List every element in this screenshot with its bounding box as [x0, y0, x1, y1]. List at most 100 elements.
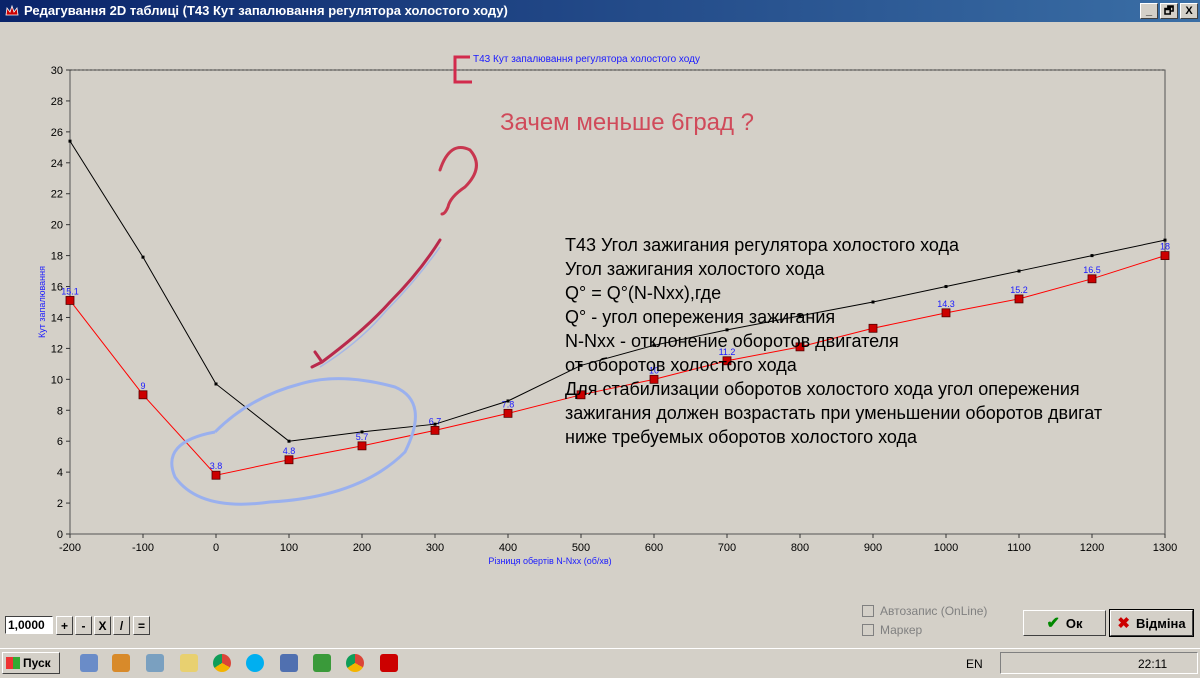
note-line: от оборотов холостого хода	[565, 355, 798, 375]
data-label: 9	[140, 381, 145, 391]
data-label: 16.5	[1083, 265, 1101, 275]
black-series-point	[506, 399, 510, 403]
data-label: 3.8	[210, 461, 223, 471]
explorer-icon[interactable]	[80, 654, 98, 672]
y-tick-label: 4	[57, 467, 63, 479]
close-button[interactable]: X	[1180, 3, 1198, 19]
x-tick-label: 900	[864, 542, 882, 554]
black-series-point	[1017, 269, 1021, 273]
y-axis-label: Кут запалювання	[37, 266, 47, 338]
question-mark-drawing	[438, 146, 478, 216]
red-series-point	[503, 408, 513, 418]
autosave-label: Автозапис (OnLine)	[880, 604, 988, 618]
system-tray	[1000, 652, 1198, 674]
black-series-point	[1163, 238, 1167, 242]
question-annotation: Зачем меньше 6град ?	[500, 109, 754, 136]
y-tick-label: 10	[51, 374, 63, 386]
y-tick-label: 30	[51, 65, 63, 77]
red-series-point	[138, 390, 148, 400]
data-label: 15.1	[61, 286, 79, 296]
note-line: Угол зажигания холостого хода	[565, 259, 825, 279]
note-line: T43 Угол зажигания регулятора холостого …	[565, 235, 960, 255]
y-tick-label: 26	[51, 127, 63, 139]
y-tick-label: 18	[51, 251, 63, 263]
y-tick-label: 14	[51, 312, 63, 324]
data-label: 14.3	[937, 299, 955, 309]
clock: 22:11	[1138, 657, 1168, 671]
black-series-point	[287, 439, 291, 443]
check-icon: ✔	[1046, 615, 1060, 632]
black-series-point	[68, 139, 72, 143]
divide-button[interactable]: /	[113, 616, 130, 635]
y-tick-label: 12	[51, 343, 63, 355]
taskbar: Пуск EN 22:11	[0, 648, 1200, 678]
autosave-checkbox[interactable]	[862, 605, 874, 617]
note-line: зажигания должен возрастать при уменьшен…	[565, 403, 1102, 423]
x-tick-label: 400	[499, 542, 517, 554]
minus-button[interactable]: -	[75, 616, 92, 635]
black-series-point	[944, 285, 948, 289]
note-line: Q° - угол опережения зажигания	[565, 307, 835, 327]
ok-button[interactable]: ✔ Ок	[1023, 610, 1106, 636]
network-icon[interactable]	[280, 654, 298, 672]
x-tick-label: 1100	[1007, 542, 1031, 554]
chrome-icon-2[interactable]	[346, 654, 364, 672]
chrome-icon[interactable]	[213, 654, 231, 672]
crown-app-icon[interactable]	[380, 654, 398, 672]
x-tick-label: -200	[59, 542, 81, 554]
black-series-point	[433, 422, 437, 426]
y-tick-label: 28	[51, 96, 63, 108]
red-series-point	[284, 455, 294, 465]
black-series-point	[360, 430, 364, 434]
equals-button[interactable]: =	[133, 616, 150, 635]
media-player-icon[interactable]	[112, 654, 130, 672]
window-title: Редагування 2D таблиці (T43 Кут запалюва…	[24, 3, 508, 18]
x-tick-label: 600	[645, 542, 663, 554]
x-tick-label: 1300	[1153, 542, 1177, 554]
y-tick-label: 24	[51, 158, 63, 170]
plus-button[interactable]: +	[56, 616, 73, 635]
chart-panel: 0 2 4 6 8 10 12 14 16 18 20 22 24 26 28 30 -200 -100 0 100 2…	[0, 22, 1200, 645]
restore-button[interactable]: 🗗	[1160, 3, 1178, 19]
x-axis-label: Різниця обертів N-Nxx (об/хв)	[488, 556, 611, 566]
x-tick-label: -100	[132, 542, 154, 554]
notes-icon[interactable]	[180, 654, 198, 672]
folder-icon[interactable]	[146, 654, 164, 672]
multiply-button[interactable]: X	[94, 616, 111, 635]
chart-svg[interactable]: 024681012141618202224262830-200 -100 0 100 2…	[0, 22, 1200, 645]
black-series-point	[871, 300, 875, 304]
x-tick-label: 800	[791, 542, 809, 554]
red-series-point	[1014, 294, 1024, 304]
app-tile-icon[interactable]	[313, 654, 331, 672]
note-line: N-Nxx - отклонение оборотов двигателя	[565, 331, 899, 351]
x-tick-label: 200	[353, 542, 371, 554]
red-series-point	[941, 308, 951, 318]
red-series-point	[1087, 274, 1097, 284]
y-tick-label: 2	[57, 498, 63, 510]
data-label: 4.8	[283, 446, 296, 456]
y-tick-label: 8	[57, 405, 63, 417]
app-crown-icon	[5, 4, 19, 16]
y-tick-label: 22	[51, 189, 63, 201]
marker-label: Маркер	[880, 623, 923, 637]
windows-logo-icon	[6, 657, 20, 669]
ok-label: Ок	[1065, 615, 1083, 631]
x-tick-label: 1000	[934, 542, 958, 554]
note-line: Q° = Q°(N-Nxx),где	[565, 283, 721, 303]
marker-checkbox[interactable]	[862, 624, 874, 636]
multiplier-input[interactable]	[5, 616, 53, 634]
black-series-point	[141, 255, 145, 259]
x-tick-label: 700	[718, 542, 736, 554]
data-label: 15.2	[1010, 285, 1028, 295]
y-tick-label: 0	[57, 529, 63, 541]
start-label: Пуск	[23, 656, 51, 670]
y-tick-label: 6	[57, 436, 63, 448]
language-indicator[interactable]: EN	[966, 657, 983, 671]
title-bar: Редагування 2D таблиці (T43 Кут запалюва…	[0, 0, 1200, 22]
cancel-button[interactable]: ✖ Відміна	[1109, 609, 1194, 637]
minimize-button[interactable]: _	[1140, 3, 1158, 19]
start-button[interactable]: Пуск	[2, 652, 60, 674]
skype-icon[interactable]	[246, 654, 264, 672]
y-tick-label: 20	[51, 220, 63, 232]
x-tick-label: 300	[426, 542, 444, 554]
